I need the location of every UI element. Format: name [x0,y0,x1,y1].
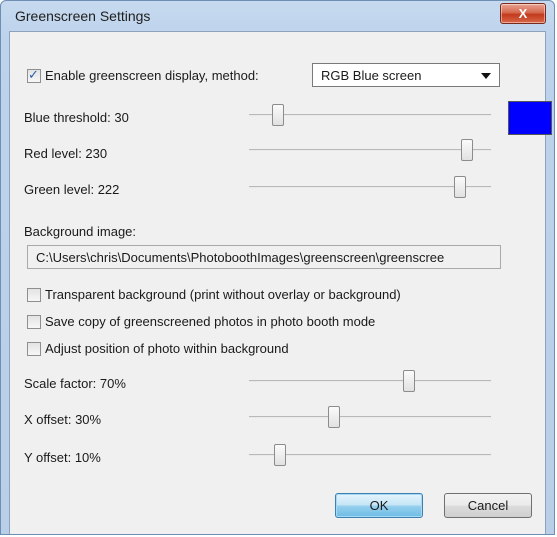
background-image-path-field[interactable]: C:\Users\chris\Documents\PhotoboothImage… [27,245,501,269]
blue-threshold-slider[interactable] [249,104,491,126]
chevron-down-icon [481,73,491,79]
slider-thumb[interactable] [327,406,340,428]
cancel-button[interactable]: Cancel [444,493,532,518]
method-select[interactable]: RGB Blue screen [312,63,500,87]
enable-greenscreen-label[interactable]: Enable greenscreen display, method: [45,68,259,83]
enable-greenscreen-checkbox[interactable] [27,67,41,83]
window-title: Greenscreen Settings [15,8,151,24]
background-image-path: C:\Users\chris\Documents\PhotoboothImage… [36,250,445,265]
slider-thumb[interactable] [453,176,466,198]
slider-track [249,114,491,116]
transparent-background-checkbox[interactable] [27,288,41,302]
scale-factor-slider[interactable] [249,370,491,392]
slider-thumb[interactable] [402,370,415,392]
slider-thumb[interactable] [460,139,473,161]
save-copy-label[interactable]: Save copy of greenscreened photos in pho… [45,314,375,329]
red-level-label: Red level: 230 [24,146,108,161]
dialog-client-area: Enable greenscreen display, method: RGB … [9,31,552,534]
x-offset-label: X offset: 30% [24,412,102,427]
scale-factor-label: Scale factor: 70% [24,376,126,391]
slider-track [249,416,491,418]
adjust-position-label[interactable]: Adjust position of photo within backgrou… [45,341,289,356]
save-copy-checkbox[interactable] [27,315,41,329]
slider-track [249,149,491,151]
green-level-label: Green level: 222 [24,182,120,197]
title-bar[interactable]: Greenscreen Settings X [1,1,554,31]
slider-thumb[interactable] [274,444,287,466]
transparent-background-label[interactable]: Transparent background (print without ov… [45,287,401,302]
dialog-window: Greenscreen Settings X Enable greenscree… [0,0,555,535]
y-offset-label: Y offset: 10% [24,450,101,465]
red-level-slider[interactable] [249,139,491,161]
slider-thumb[interactable] [272,104,285,126]
adjust-position-checkbox[interactable] [27,342,41,356]
green-level-slider[interactable] [249,176,491,198]
close-icon: X [518,6,528,21]
method-select-value: RGB Blue screen [321,68,422,83]
x-offset-slider[interactable] [249,406,491,428]
y-offset-slider[interactable] [249,444,491,466]
blue-threshold-label: Blue threshold: 30 [24,110,129,125]
close-button[interactable]: X [500,3,546,24]
slider-track [249,380,491,382]
ok-button[interactable]: OK [335,493,423,518]
blue-color-swatch [508,101,552,135]
background-image-label: Background image: [24,224,137,239]
